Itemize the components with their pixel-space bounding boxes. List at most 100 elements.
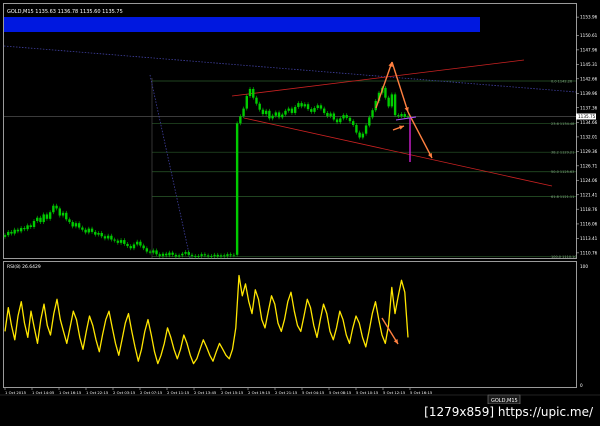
y-tick-label: 1118.76 — [580, 207, 598, 212]
candle-body — [232, 254, 236, 256]
candle-body — [316, 105, 319, 109]
y-tick-label: 1126.71 — [580, 163, 598, 168]
candle-body — [103, 236, 107, 239]
candle-body — [190, 254, 194, 256]
fib-level-label: 0.0 1142.26 — [551, 79, 572, 83]
candle-body — [229, 254, 232, 256]
candle-body — [52, 205, 55, 213]
y-tick-label: 1121.41 — [580, 192, 598, 197]
candle-body — [242, 108, 245, 117]
candle-body — [42, 214, 45, 223]
symbol-tab[interactable]: GOLD,M15 — [487, 394, 521, 405]
rsi-title: RSI(8) 26.6429 — [7, 264, 41, 270]
candle-body — [281, 114, 284, 118]
fib-level-label: 50.0 1125.63 — [551, 170, 574, 174]
candle-body — [10, 231, 13, 234]
current-price-label: 1135.75 — [578, 114, 596, 119]
candle-body — [74, 223, 78, 227]
candle-body — [152, 250, 155, 253]
candle-body — [348, 117, 352, 122]
x-tick-label: 2 Oct 19:15 — [248, 390, 271, 395]
candle-body — [116, 240, 120, 243]
y-tick-label: 1150.61 — [580, 33, 598, 38]
candle-body — [223, 255, 226, 257]
candle-body — [48, 212, 52, 219]
candle-body — [155, 250, 158, 255]
candle-body — [168, 252, 171, 256]
candle-body — [119, 240, 123, 243]
candle-body — [203, 254, 207, 256]
y-tick-label: 1139.96 — [580, 91, 598, 96]
candle-body — [142, 245, 145, 249]
y-tick-label: 1147.96 — [580, 47, 598, 52]
x-tick-label: 1 Oct 16:15 — [59, 390, 82, 395]
candle-body — [32, 220, 36, 227]
chart-title: GOLD,M15 1135.63 1136.78 1135.60 1135.75 — [7, 9, 123, 15]
blue-band-object — [4, 17, 480, 32]
candle-body — [303, 104, 307, 107]
candle-body — [139, 241, 142, 246]
candle-body — [26, 225, 29, 230]
rsi-panel-frame — [3, 261, 577, 388]
candle-body — [90, 228, 94, 232]
fib-level-label: 61.8 1121.11 — [551, 195, 574, 199]
y-tick-label: 1137.36 — [580, 105, 598, 110]
channel-upper-line — [231, 59, 525, 97]
y-tick-label: 1132.01 — [580, 135, 598, 140]
candle-body — [13, 229, 16, 234]
candle-body — [371, 110, 374, 118]
y-tick-label: 1134.66 — [580, 120, 598, 125]
candle-body — [113, 239, 116, 241]
candle-body — [274, 112, 278, 116]
candle-body — [184, 252, 187, 254]
candle-body — [326, 112, 329, 117]
arrow-down-2 — [407, 111, 433, 159]
chart-window: GOLD,M15 1135.63 1136.78 1135.60 1135.75… — [0, 0, 600, 422]
candle-body — [100, 232, 103, 237]
candle-body — [45, 214, 49, 219]
candle-body — [313, 108, 316, 112]
candle-body — [68, 219, 71, 223]
candle-body — [165, 253, 168, 256]
candle-body — [403, 114, 406, 117]
candle-body — [297, 103, 300, 107]
main-panel-frame — [3, 3, 577, 259]
rsi-line — [4, 274, 409, 365]
candle-body — [252, 88, 255, 98]
candle-body — [58, 208, 62, 216]
candle-body — [194, 255, 197, 257]
candle-body — [332, 113, 336, 120]
arrow-small-head — [399, 125, 404, 130]
candle-body — [126, 243, 129, 247]
candle-body — [16, 229, 20, 232]
candle-body — [245, 96, 248, 109]
x-tick-label: 5 Oct 10:15 — [356, 390, 379, 395]
candle-body — [123, 240, 126, 244]
candle-body — [226, 254, 229, 256]
candle-body — [329, 113, 332, 117]
candle-body — [3, 235, 7, 237]
candle-body — [61, 212, 65, 216]
candle-body — [390, 94, 394, 107]
candle-body — [239, 116, 242, 124]
candle-body — [36, 217, 39, 221]
x-tick-label: 1 Oct 22:15 — [86, 390, 109, 395]
candle-body — [94, 231, 97, 235]
candle-body — [255, 97, 258, 104]
rsi-tick-label: 0 — [580, 383, 583, 388]
candle-body — [277, 112, 281, 118]
candle-body — [361, 133, 365, 138]
x-tick-label: 5 Oct 12:15 — [383, 390, 406, 395]
candle-body — [268, 110, 271, 119]
candle-body — [261, 109, 265, 115]
candle-body — [235, 123, 239, 255]
candle-body — [148, 251, 152, 253]
candle-body — [39, 217, 42, 223]
y-tick-label: 1113.41 — [580, 236, 598, 241]
candle-body — [216, 254, 219, 257]
candle-body — [187, 252, 190, 255]
candle-body — [177, 255, 181, 257]
candle-body — [335, 119, 339, 123]
candle-body — [364, 125, 368, 134]
candle-body — [158, 254, 161, 256]
